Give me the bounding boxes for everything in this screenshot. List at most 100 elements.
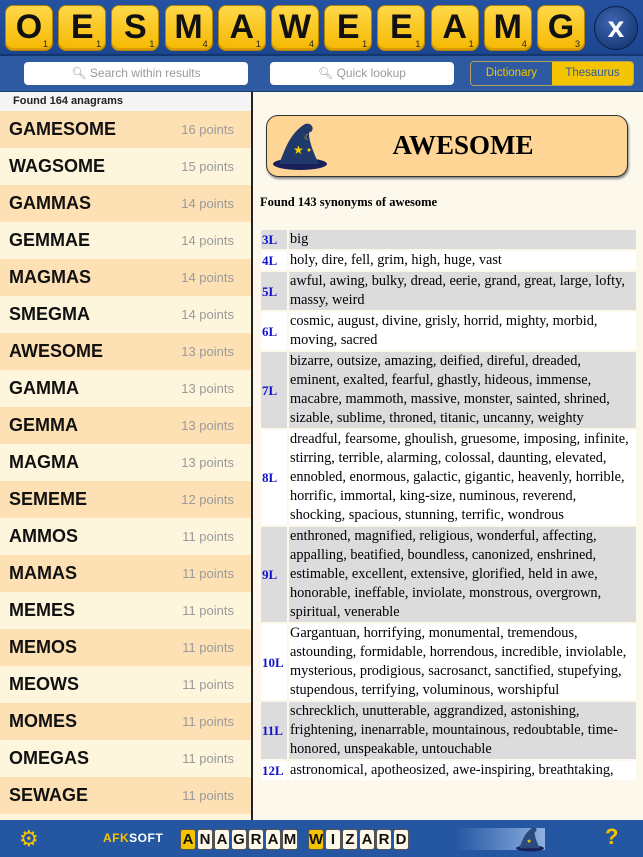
letter-tile[interactable]: A1 <box>217 5 266 51</box>
logo-letter: G <box>231 829 247 850</box>
logo-letter: M <box>282 829 298 850</box>
logo-letter: A <box>180 829 196 850</box>
letter-rack: O1E1S1M4A1W4E1E1A1M4G3 <box>0 0 643 56</box>
letter-tile[interactable]: M4 <box>164 5 213 51</box>
list-item[interactable]: SEMEME 12 points <box>0 481 251 518</box>
anagram-word: MEMES <box>9 600 76 620</box>
synonym-count: Found 143 synonyms of awesome <box>260 195 438 209</box>
logo-letter: N <box>197 829 213 850</box>
footer-bar: ⚙ AFKSOFT ANAGRAMWIZARD ★ ? <box>0 820 643 857</box>
letter-tile[interactable]: W4 <box>271 5 319 51</box>
anagram-points: 11 points <box>182 714 234 729</box>
list-item[interactable]: OMEGAS 11 points <box>0 740 251 777</box>
list-item[interactable]: AMMOS 11 points <box>0 518 251 555</box>
list-item[interactable]: MAGMA 13 points <box>0 444 251 481</box>
list-item[interactable]: AWESOME 13 points <box>0 333 251 370</box>
list-item[interactable]: MAGMAS 14 points <box>0 259 251 296</box>
gear-icon[interactable]: ⚙ <box>19 826 39 852</box>
synonym-words: holy, dire, fell, grim, high, huge, vast <box>287 251 636 270</box>
anagram-word: AWESOME <box>9 341 104 361</box>
anagram-word: MEOWS <box>9 674 79 694</box>
synonym-row: 3L big <box>261 230 636 249</box>
length-label: 10L <box>261 624 287 700</box>
word-header: ★ ☾ AWESOME <box>266 115 628 177</box>
tile-points: 1 <box>42 39 48 49</box>
anagram-word: OMEGAS <box>9 748 90 768</box>
length-label: 3L <box>261 230 287 249</box>
search-within-results-input[interactable]: 🔍︎ Search within results <box>24 62 248 85</box>
tab-dictionary[interactable]: Dictionary <box>471 62 552 85</box>
list-item[interactable]: GEMMA 13 points <box>0 407 251 444</box>
thesaurus-panel: ★ ☾ AWESOME Found 143 synonyms of awesom… <box>253 92 643 820</box>
letter-tile[interactable]: S1 <box>111 5 160 51</box>
list-item[interactable]: MEMOS 11 points <box>0 629 251 666</box>
letter-tile[interactable]: A1 <box>430 5 479 51</box>
logo-letter: D <box>393 829 409 850</box>
synonym-row: 8L dreadful, fearsome, ghoulish, gruesome… <box>261 430 636 525</box>
anagram-word: WAGSOME <box>9 156 106 176</box>
anagram-points: 11 points <box>182 677 234 692</box>
synonym-row: 7L bizarre, outsize, amazing, deified, di… <box>261 352 636 428</box>
wizard-hat-icon: ★ <box>516 827 544 852</box>
letter-tile[interactable]: E1 <box>58 5 107 51</box>
anagram-points: 13 points <box>181 381 234 396</box>
anagram-word: SEMEME <box>9 489 88 509</box>
list-item[interactable]: GAMMA 13 points <box>0 370 251 407</box>
list-item[interactable]: MOMES 11 points <box>0 703 251 740</box>
logo-letter: R <box>376 829 392 850</box>
tile-points: 4 <box>308 39 314 49</box>
anagram-list[interactable]: Found 164 anagrams GAMESOME 16 points WAGS… <box>0 92 251 820</box>
list-item[interactable]: SEWAGE 11 points <box>0 777 251 814</box>
length-label: 7L <box>261 352 287 428</box>
synonym-row: 11L schrecklich, unutterable, aggrandized… <box>261 702 636 759</box>
synonym-table: 3L big 4L holy, dire, fell, grim, high, hug… <box>261 228 636 782</box>
synonym-words: enthroned, magnified, religious, wonderf… <box>287 527 636 622</box>
tile-points: 4 <box>202 39 208 49</box>
list-item[interactable]: MEOWS 11 points <box>0 666 251 703</box>
anagram-word: MAMAS <box>9 563 77 583</box>
quick-lookup-input[interactable]: 🔍︎ Quick lookup <box>270 62 454 85</box>
letter-tile[interactable]: E1 <box>324 5 373 51</box>
logo-letter: A <box>359 829 375 850</box>
search-placeholder: Search within results <box>89 66 201 80</box>
mode-toggle: Dictionary Thesaurus <box>470 61 634 86</box>
synonym-words: awful, awing, bulky, dread, eerie, grand… <box>287 272 636 310</box>
list-item[interactable]: WAGSOME 15 points <box>0 148 251 185</box>
anagram-points: 13 points <box>181 418 234 433</box>
list-item[interactable]: GAMESOME 16 points <box>0 111 251 148</box>
tile-points: 1 <box>149 39 155 49</box>
anagram-points: 14 points <box>181 196 234 211</box>
letter-tile[interactable]: O1 <box>5 5 53 51</box>
anagram-points: 13 points <box>181 455 234 470</box>
list-item[interactable]: MEMES 11 points <box>0 592 251 629</box>
anagram-points: 11 points <box>182 603 234 618</box>
synonym-words: cosmic, august, divine, grisly, horrid, … <box>287 312 636 350</box>
tab-thesaurus[interactable]: Thesaurus <box>552 62 633 85</box>
tile-points: 1 <box>96 39 102 49</box>
anagram-word: MAGMAS <box>9 267 91 287</box>
clear-letters-button[interactable]: x <box>594 6 638 50</box>
anagram-points: 16 points <box>181 122 234 137</box>
anagram-points: 11 points <box>182 566 234 581</box>
list-item[interactable]: GAMMAS 14 points <box>0 185 251 222</box>
letter-tile[interactable]: G3 <box>537 5 585 51</box>
letter-tile[interactable]: E1 <box>377 5 426 51</box>
synonym-row: 9L enthroned, magnified, religious, wonde… <box>261 527 636 622</box>
list-item[interactable]: MAMAS 11 points <box>0 555 251 592</box>
synonym-words: bizarre, outsize, amazing, deified, dire… <box>287 352 636 428</box>
anagram-word: MEMOS <box>9 637 78 657</box>
anagram-word: GEMMAE <box>9 230 90 250</box>
synonym-words: astronomical, apotheosized, awe-inspirin… <box>287 761 636 780</box>
synonym-words: schrecklich, unutterable, aggrandized, a… <box>287 702 636 759</box>
list-item[interactable]: SMEGMA 14 points <box>0 296 251 333</box>
length-label: 9L <box>261 527 287 622</box>
anagram-word: GEMMA <box>9 415 78 435</box>
list-item[interactable]: GEMMAE 14 points <box>0 222 251 259</box>
anagram-word: MOMES <box>9 711 78 731</box>
help-button[interactable]: ? <box>605 824 618 850</box>
anagram-wizard-logo: ANAGRAMWIZARD <box>180 829 409 850</box>
synonym-row: 12L astronomical, apotheosized, awe-inspi… <box>261 761 636 780</box>
anagram-word: GAMMAS <box>9 193 91 213</box>
length-label: 12L <box>261 761 287 780</box>
letter-tile[interactable]: M4 <box>483 5 532 51</box>
